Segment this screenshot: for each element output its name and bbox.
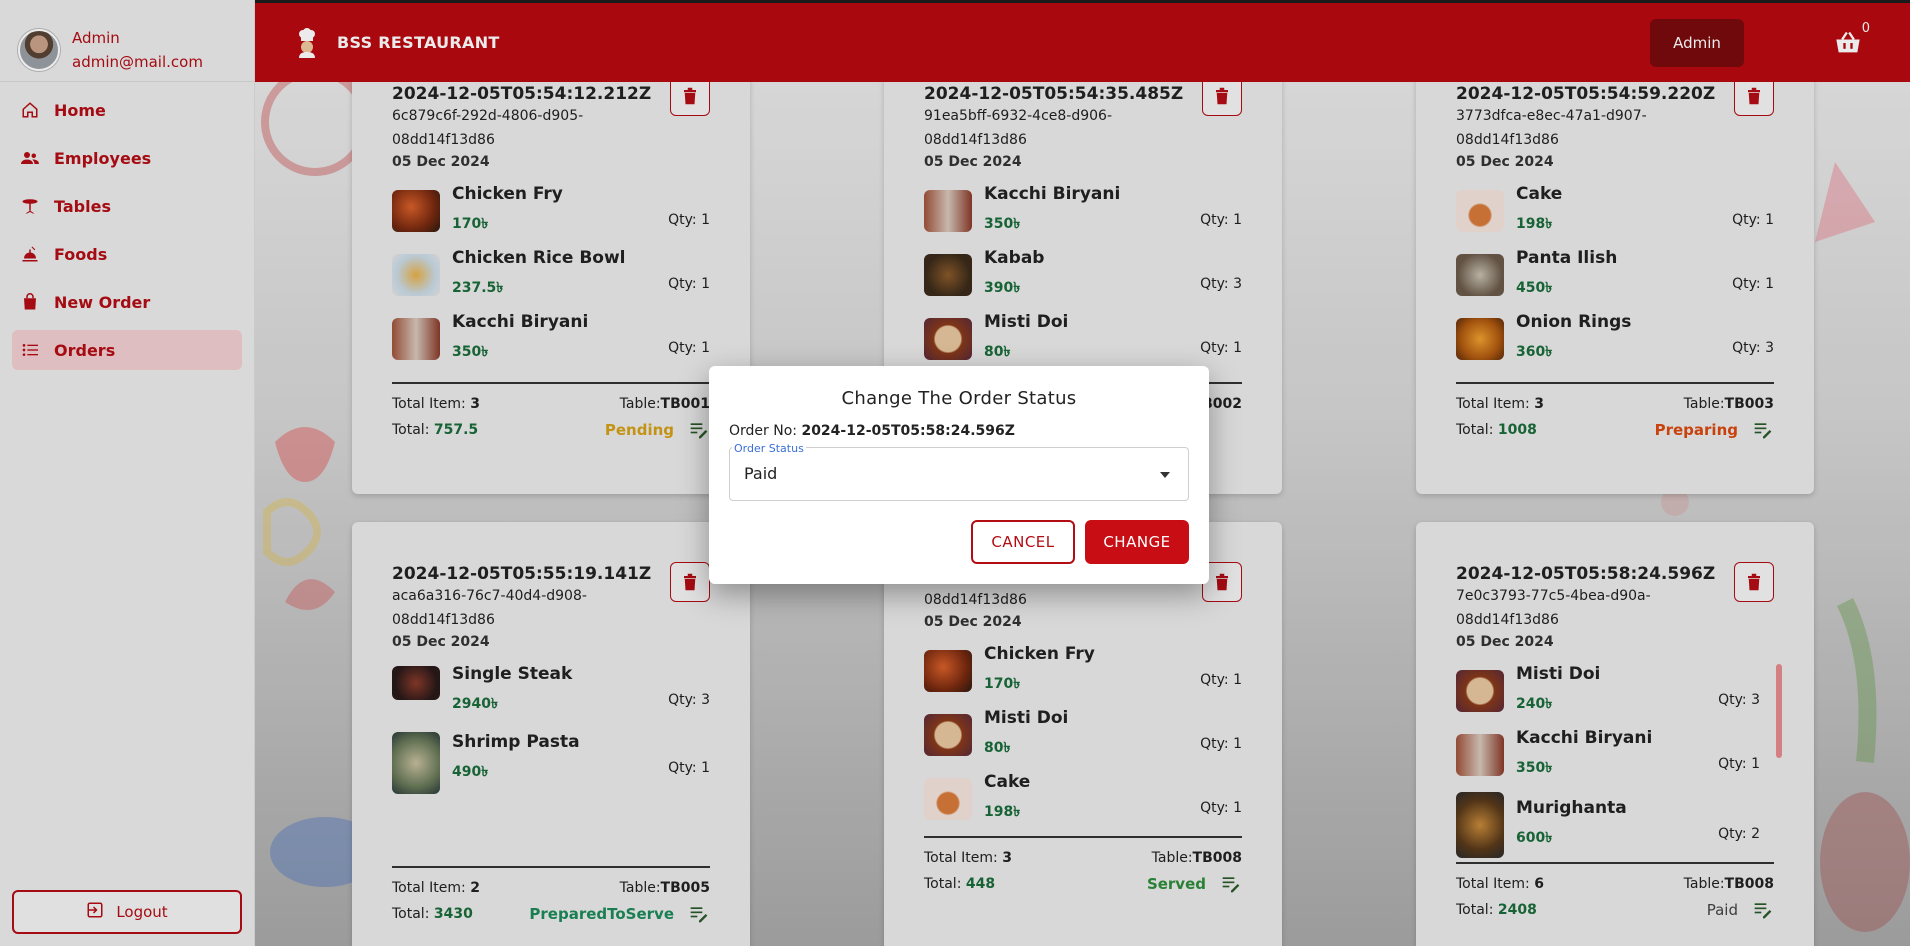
order-no-label: Order No: xyxy=(729,423,797,439)
cancel-button[interactable]: CANCEL xyxy=(971,520,1075,564)
change-status-dialog: Change The Order Status Order No: 2024-1… xyxy=(709,366,1209,584)
dialog-order-no: Order No: 2024-12-05T05:58:24.596Z xyxy=(729,423,1189,439)
dialog-actions: CANCEL CHANGE xyxy=(971,520,1189,564)
chevron-down-icon xyxy=(1160,472,1170,478)
order-no-value: 2024-12-05T05:58:24.596Z xyxy=(801,423,1015,439)
order-status-value: Paid xyxy=(744,464,778,483)
order-status-label: Order Status xyxy=(732,442,806,455)
order-status-select[interactable]: Order Status Paid xyxy=(729,442,1189,501)
dialog-title: Change The Order Status xyxy=(841,388,1077,409)
change-button[interactable]: CHANGE xyxy=(1085,520,1189,564)
